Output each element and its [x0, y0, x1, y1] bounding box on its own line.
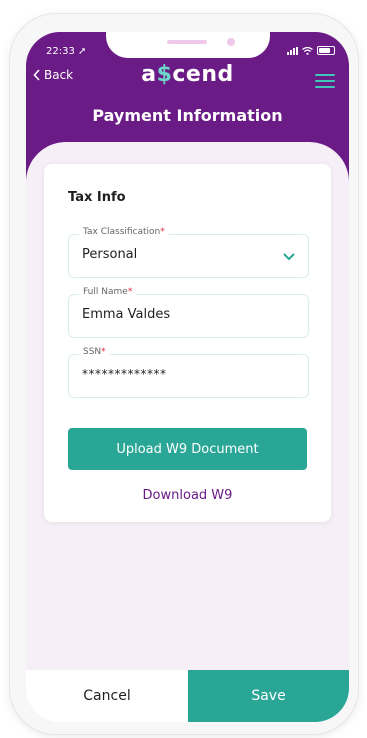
field-label-text: Tax Classification [83, 227, 161, 237]
tax-info-card: Tax Info Tax Classification* Personal Fu… [44, 164, 331, 522]
full-name-label: Full Name* [79, 287, 137, 297]
chevron-down-icon [283, 253, 295, 261]
upload-w9-button[interactable]: Upload W9 Document [68, 428, 307, 470]
field-label-text: Full Name [83, 287, 128, 297]
page-title: Payment Information [92, 106, 283, 125]
wifi-icon [302, 46, 313, 55]
tax-classification-value: Personal [82, 247, 138, 262]
ascend-logo: a$cend [26, 62, 349, 87]
hamburger-menu-icon[interactable] [315, 74, 335, 88]
phone-notch [106, 32, 270, 58]
save-button[interactable]: Save [188, 670, 349, 722]
required-mark: * [101, 347, 106, 357]
status-icons [287, 46, 335, 55]
logo-suffix: cend [172, 62, 234, 87]
app-screen: 22:33 ➚ Back a$cend Payment Information … [26, 32, 349, 722]
footer-bar: Cancel Save [26, 670, 349, 722]
ssn-field[interactable]: SSN* ************* [68, 347, 309, 398]
logo-prefix: a [141, 62, 157, 87]
tax-classification-label: Tax Classification* [79, 227, 169, 237]
required-mark: * [127, 287, 133, 297]
full-name-field[interactable]: Full Name* Emma Valdes [68, 287, 309, 338]
section-title: Tax Info [68, 190, 126, 205]
signal-icon [287, 46, 298, 55]
status-time: 22:33 ➚ [46, 46, 86, 57]
full-name-value: Emma Valdes [82, 307, 171, 322]
status-time-text: 22:33 [46, 46, 75, 57]
speaker [167, 40, 207, 44]
logo-mark: $ [156, 62, 173, 87]
location-arrow-icon: ➚ [78, 46, 87, 57]
tax-classification-select[interactable]: Tax Classification* Personal [68, 227, 309, 278]
ssn-label: SSN* [79, 347, 110, 357]
cancel-button[interactable]: Cancel [26, 670, 188, 722]
battery-icon [317, 46, 335, 55]
download-w9-link[interactable]: Download W9 [44, 488, 331, 503]
field-label-text: SSN [83, 347, 102, 357]
required-mark: * [160, 227, 165, 237]
camera [227, 38, 235, 46]
ssn-value: ************* [82, 367, 167, 381]
